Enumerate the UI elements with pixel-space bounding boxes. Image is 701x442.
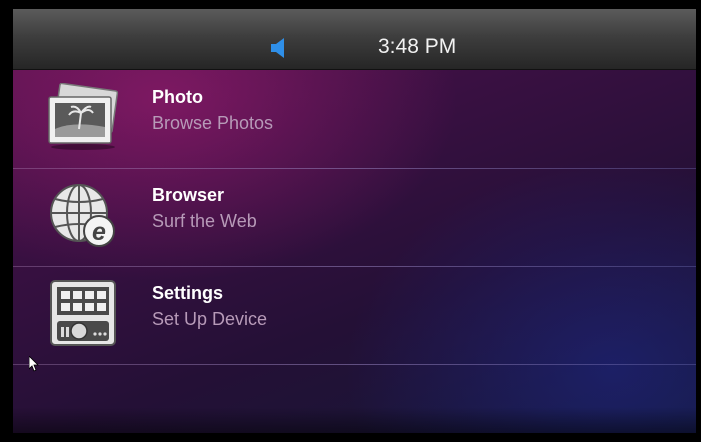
menu-item-settings[interactable]: Settings Set Up Device — [13, 267, 696, 363]
menu-item-subtitle: Surf the Web — [152, 211, 257, 231]
clock: 3:48 PM — [378, 35, 457, 58]
menu-item-title: Browser — [152, 185, 225, 205]
menu-item-subtitle: Browse Photos — [152, 113, 274, 133]
divider — [13, 364, 696, 365]
device-screen: 3:48 PM Photo Browse Photos e Browser Su… — [13, 9, 696, 433]
menu-item-subtitle: Set Up Device — [152, 309, 268, 329]
menu-item-photo[interactable]: Photo Browse Photos — [13, 71, 696, 167]
menu-item-browser[interactable]: e Browser Surf the Web — [13, 169, 696, 265]
control-panel-icon — [50, 280, 116, 346]
status-bar: 3:48 PM — [13, 9, 696, 70]
footer-band — [13, 407, 696, 433]
svg-text:e: e — [92, 218, 106, 246]
menu-item-title: Photo — [152, 87, 203, 107]
speaker-icon[interactable] — [271, 37, 287, 59]
mouse-pointer-icon — [29, 356, 39, 372]
menu-item-title: Settings — [152, 283, 224, 303]
photo-icon — [48, 83, 119, 150]
globe-ie-icon: e — [50, 184, 115, 247]
